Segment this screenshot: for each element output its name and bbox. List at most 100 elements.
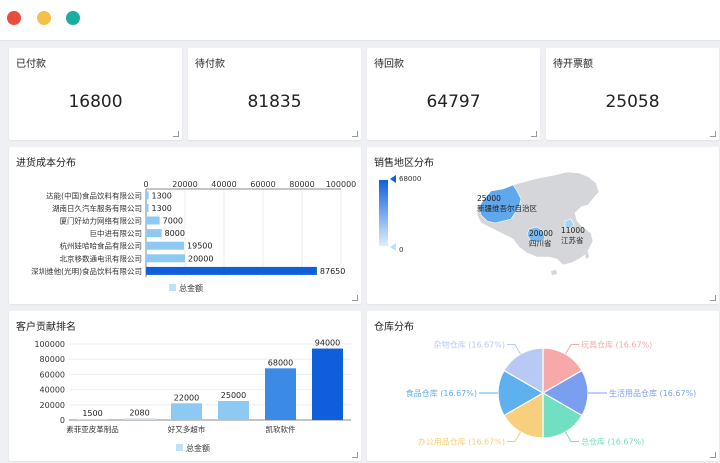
visual-map-min-handle[interactable] <box>390 243 396 251</box>
pie-slice-label: 玩具仓库 (16.67%) <box>581 340 652 350</box>
bar <box>124 418 155 420</box>
jiangsu-label: 江苏省 <box>561 235 584 245</box>
pie-leader-line <box>507 431 521 442</box>
bar <box>146 254 185 263</box>
y-tick-label: 80000 <box>40 355 65 364</box>
resize-handle[interactable] <box>173 131 179 137</box>
bar-value-label: 20000 <box>188 254 213 263</box>
bar-value-label: 1500 <box>82 409 102 418</box>
customer-ranking-panel: 客户贡献排名 0 20000 40000 60000 80000 100000 1500 素菲… <box>9 311 361 461</box>
resize-handle[interactable] <box>710 295 716 301</box>
category-label: 厦门好幼力网络有限公司 <box>60 216 143 226</box>
resize-handle[interactable] <box>352 295 358 301</box>
bar-value-label: 68000 <box>268 358 293 367</box>
visual-map-max-handle[interactable] <box>390 175 396 183</box>
bar-value-label: 1300 <box>152 191 172 200</box>
pie-slice-label: 总仓库 (16.67%) <box>581 436 644 446</box>
bar <box>146 216 160 225</box>
warehouse-pie-chart: 玩具仓库 (16.67%) 生活用品仓库 (16.67%) 总仓库 (16.67%)… <box>406 340 697 447</box>
category-label: 深圳维他(光明)食品饮料有限公司 <box>31 266 142 276</box>
sichuan-label: 四川省 <box>529 238 552 248</box>
hainan-region <box>551 270 557 275</box>
kpi-card-receivable: 待回款 64797 <box>367 48 540 140</box>
bar-value-label: 25000 <box>221 391 246 400</box>
purchase-cost-panel: 进货成本分布 0 20000 40000 60000 80000 100000 达能(中国)… <box>9 147 361 304</box>
sales-region-panel: 销售地区分布 68000 0 25000 新疆维吾尔自治区 20000 四川省 … <box>367 147 719 304</box>
maximize-window-button[interactable] <box>66 11 80 25</box>
bar <box>146 229 162 238</box>
x-tick-label: 20000 <box>172 180 197 189</box>
bar <box>146 241 185 250</box>
jiangsu-value: 11000 <box>561 226 585 235</box>
kpi-value: 81835 <box>247 92 302 112</box>
warehouse-panel: 仓库分布 玩具仓库 (16.67%) 生活用品仓库 (16.67%) 总仓库 (16… <box>367 311 719 461</box>
category-label: 凯软软件 <box>266 424 296 434</box>
bar <box>265 368 296 420</box>
x-tick-label: 0 <box>143 180 148 189</box>
bar <box>146 266 317 275</box>
bar-value-label: 19500 <box>187 242 212 251</box>
purchase-cost-chart: 0 20000 40000 60000 80000 100000 达能(中国)食品饮料有限公… <box>31 180 357 293</box>
resize-handle[interactable] <box>531 131 537 137</box>
y-tick-label: 40000 <box>40 386 65 395</box>
bar-value-label: 2080 <box>129 408 149 417</box>
bar <box>146 203 149 212</box>
kpi-card-paid: 已付款 16800 <box>9 48 182 140</box>
category-label: 巨中进有限公司 <box>90 228 143 238</box>
bar-value-label: 87650 <box>320 267 345 276</box>
category-label: 好又多超市 <box>168 424 206 434</box>
bar <box>312 348 343 420</box>
visual-map-min-label: 0 <box>399 246 403 254</box>
pie-leader-line <box>565 344 579 355</box>
visual-map-bar <box>379 180 388 246</box>
pie-leader-line <box>507 344 521 355</box>
customer-ranking-chart: 0 20000 40000 60000 80000 100000 1500 素菲亚皮革制品 20… <box>34 339 351 453</box>
kpi-title: 待回款 <box>374 59 404 70</box>
pie-slice-label: 办公用品仓库 (16.67%) <box>418 436 505 446</box>
kpi-value: 16800 <box>68 92 123 112</box>
kpi-title: 待付款 <box>195 59 225 70</box>
sales-region-map: 68000 0 25000 新疆维吾尔自治区 20000 四川省 11000 江… <box>379 171 600 275</box>
resize-handle[interactable] <box>710 131 716 137</box>
x-tick-label: 100000 <box>326 180 357 189</box>
bar <box>77 418 108 420</box>
resize-handle[interactable] <box>352 452 358 458</box>
y-tick-label: 100000 <box>34 340 65 349</box>
kpi-value: 64797 <box>426 92 481 112</box>
kpi-value: 25058 <box>605 92 660 112</box>
y-tick-label: 60000 <box>40 370 65 379</box>
bar-value-label: 8000 <box>165 229 185 238</box>
sichuan-value: 20000 <box>529 229 553 238</box>
legend-label: 总金额 <box>186 443 210 453</box>
window-titlebar <box>0 0 720 41</box>
bar <box>218 401 249 420</box>
pie-slice-label: 杂物仓库 (16.67%) <box>434 340 505 350</box>
bar-value-label: 7000 <box>163 217 183 226</box>
pie-slice-label: 食品仓库 (16.67%) <box>406 388 477 398</box>
x-tick-label: 80000 <box>289 180 314 189</box>
pie-slice-label: 生活用品仓库 (16.67%) <box>609 388 696 398</box>
resize-handle[interactable] <box>710 452 716 458</box>
bar-value-label: 22000 <box>174 393 199 402</box>
x-tick-label: 60000 <box>250 180 275 189</box>
close-window-button[interactable] <box>7 11 21 25</box>
minimize-window-button[interactable] <box>37 11 51 25</box>
y-tick-label: 20000 <box>40 401 65 410</box>
category-label: 素菲亚皮革制品 <box>66 424 119 434</box>
xinjiang-label: 新疆维吾尔自治区 <box>477 203 537 213</box>
pie-leader-line <box>565 431 579 442</box>
bar <box>146 191 149 200</box>
kpi-title: 待开票额 <box>553 59 593 70</box>
legend-swatch <box>176 444 183 451</box>
category-label: 北京移数通电讯有限公司 <box>60 253 143 263</box>
legend-label: 总金额 <box>179 283 203 293</box>
legend-swatch <box>169 284 176 291</box>
visual-map-max-label: 68000 <box>399 175 421 183</box>
y-tick-label: 0 <box>60 416 65 425</box>
resize-handle[interactable] <box>352 131 358 137</box>
xinjiang-value: 25000 <box>477 194 501 203</box>
category-label: 湖南日久汽车服务有限公司 <box>52 203 142 213</box>
bar-value-label: 94000 <box>315 339 340 348</box>
kpi-card-unpaid: 待付款 81835 <box>188 48 361 140</box>
kpi-title: 已付款 <box>16 59 46 70</box>
